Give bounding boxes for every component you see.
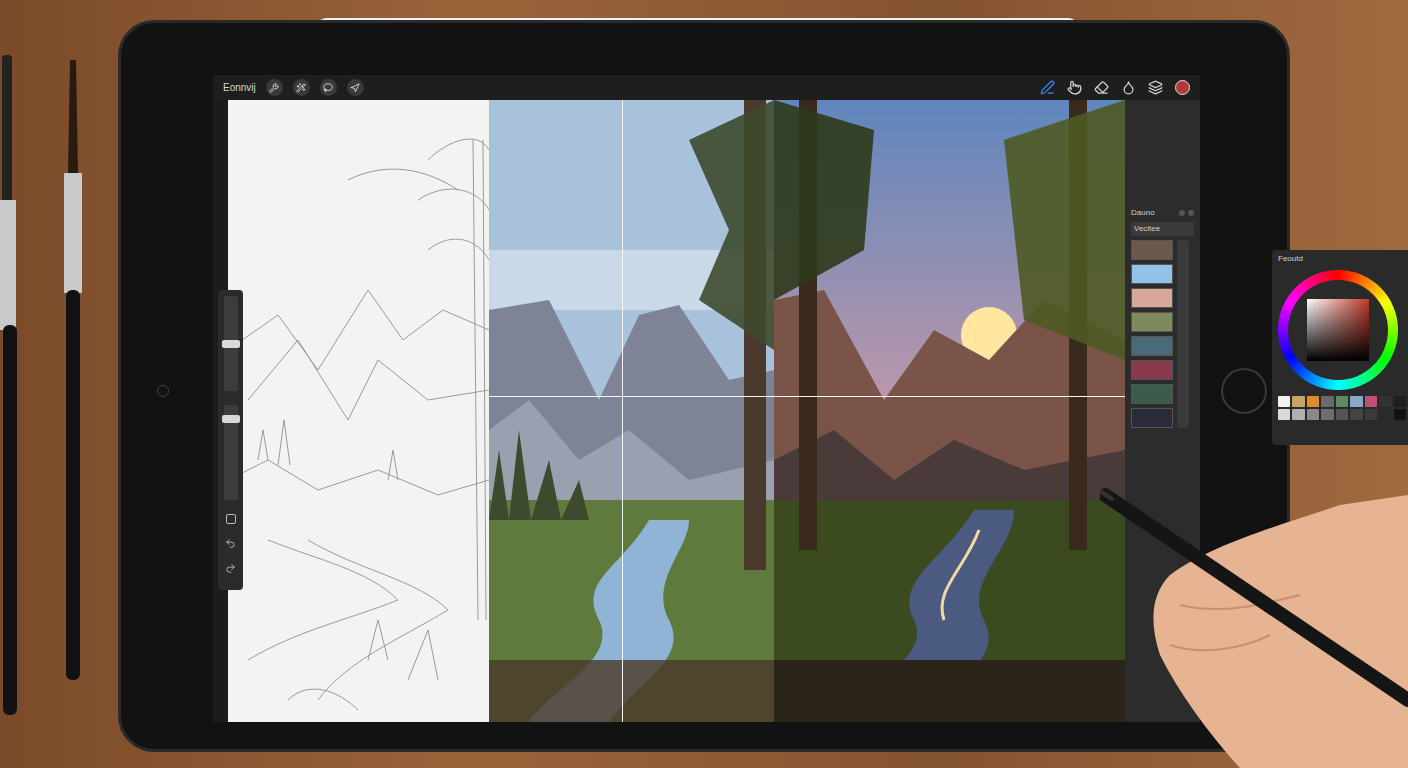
sidebar-slider[interactable] xyxy=(224,405,238,500)
tool-icon[interactable] xyxy=(1040,80,1055,95)
layer-scrollbar[interactable] xyxy=(1177,240,1189,428)
workspace: Dauno Vecitee xyxy=(213,100,1200,722)
layer-thumbnail[interactable] xyxy=(1131,408,1173,428)
color-swatch[interactable] xyxy=(1379,396,1391,407)
toolbar-right xyxy=(1040,80,1190,95)
dot-icon[interactable] xyxy=(1179,210,1185,216)
color-swatch[interactable] xyxy=(1336,409,1348,420)
color-swatch[interactable] xyxy=(1292,409,1304,420)
top-toolbar: Eonnvij xyxy=(213,75,1200,100)
color-swatch[interactable] xyxy=(1350,396,1362,407)
left-sidebar xyxy=(218,290,243,590)
layers-title: Dauno xyxy=(1131,208,1155,218)
canvas-panel xyxy=(228,100,489,722)
layers-header: Dauno xyxy=(1131,208,1194,218)
color-swatch[interactable] xyxy=(1278,396,1290,407)
slider-handle[interactable] xyxy=(222,340,240,348)
tool-icon[interactable] xyxy=(1148,80,1163,95)
current-color-swatch[interactable] xyxy=(1175,80,1190,95)
color-swatch[interactable] xyxy=(1321,396,1333,407)
painted-artwork xyxy=(774,100,1125,722)
color-wheel[interactable] xyxy=(1278,270,1398,390)
tool-icon[interactable] xyxy=(1121,80,1136,95)
layer-thumbnail[interactable] xyxy=(1131,384,1173,404)
header-dots xyxy=(1179,210,1194,216)
color-panel-header: Feoutd xyxy=(1278,254,1406,264)
layer-thumbs xyxy=(1131,240,1173,428)
dot-icon[interactable] xyxy=(1188,210,1194,216)
toolbar-left: Eonnvij xyxy=(223,79,364,96)
tool-icon xyxy=(350,83,360,93)
tool-button[interactable] xyxy=(320,79,337,96)
color-swatch[interactable] xyxy=(1350,409,1362,420)
tool-icon[interactable] xyxy=(1067,80,1082,95)
desk-scene: Eonnvij Dauno Vecitee Feoutd xyxy=(0,0,1408,768)
modify-button[interactable] xyxy=(226,514,236,524)
brushes-icon xyxy=(0,55,100,715)
canvas-panel xyxy=(774,100,1125,722)
layer-thumbnail[interactable] xyxy=(1131,336,1173,356)
saturation-square[interactable] xyxy=(1307,299,1369,361)
slider-handle[interactable] xyxy=(222,415,240,423)
color-panel-title: Feoutd xyxy=(1278,254,1303,264)
canvas[interactable] xyxy=(228,100,1125,722)
tool-icon xyxy=(323,83,333,93)
tool-icon xyxy=(296,83,306,93)
home-button[interactable] xyxy=(1221,368,1267,414)
color-swatch[interactable] xyxy=(1394,396,1406,407)
swatch-grid xyxy=(1278,396,1406,420)
grid-line-horizontal xyxy=(489,396,1125,397)
hand-with-stylus-icon xyxy=(1100,485,1408,768)
canvas-panel xyxy=(489,100,774,722)
layer-thumbnail[interactable] xyxy=(1131,288,1173,308)
tablet: Eonnvij Dauno Vecitee xyxy=(118,20,1290,752)
color-swatch[interactable] xyxy=(1321,409,1333,420)
tool-icon[interactable] xyxy=(1094,80,1109,95)
gallery-button[interactable]: Eonnvij xyxy=(223,83,256,93)
color-swatch[interactable] xyxy=(1394,409,1406,420)
screen: Eonnvij Dauno Vecitee xyxy=(213,75,1200,722)
layer-thumbnail[interactable] xyxy=(1131,360,1173,380)
color-swatch[interactable] xyxy=(1278,409,1290,420)
color-panel: Feoutd xyxy=(1272,250,1408,445)
color-swatch[interactable] xyxy=(1336,396,1348,407)
grid-line-vertical xyxy=(622,100,623,722)
color-swatch[interactable] xyxy=(1365,396,1377,407)
color-swatch[interactable] xyxy=(1292,396,1304,407)
color-swatch[interactable] xyxy=(1307,409,1319,420)
layers-subtitle: Vecitee xyxy=(1131,222,1194,236)
tool-button[interactable] xyxy=(293,79,310,96)
flat-color-artwork xyxy=(489,100,774,722)
color-swatch[interactable] xyxy=(1379,409,1391,420)
tool-button[interactable] xyxy=(347,79,364,96)
tool-button[interactable] xyxy=(266,79,283,96)
sketch-artwork xyxy=(228,100,489,722)
layer-thumbnail[interactable] xyxy=(1131,264,1173,284)
wheel-inner xyxy=(1288,280,1388,380)
redo-icon[interactable] xyxy=(225,563,236,574)
layer-thumbnail[interactable] xyxy=(1131,312,1173,332)
camera-icon xyxy=(157,385,169,397)
layer-list xyxy=(1131,240,1194,428)
layer-thumbnail[interactable] xyxy=(1131,240,1173,260)
tool-icon xyxy=(269,83,279,93)
color-swatch[interactable] xyxy=(1365,409,1377,420)
color-swatch[interactable] xyxy=(1307,396,1319,407)
undo-icon[interactable] xyxy=(225,538,236,549)
sidebar-slider[interactable] xyxy=(224,296,238,391)
